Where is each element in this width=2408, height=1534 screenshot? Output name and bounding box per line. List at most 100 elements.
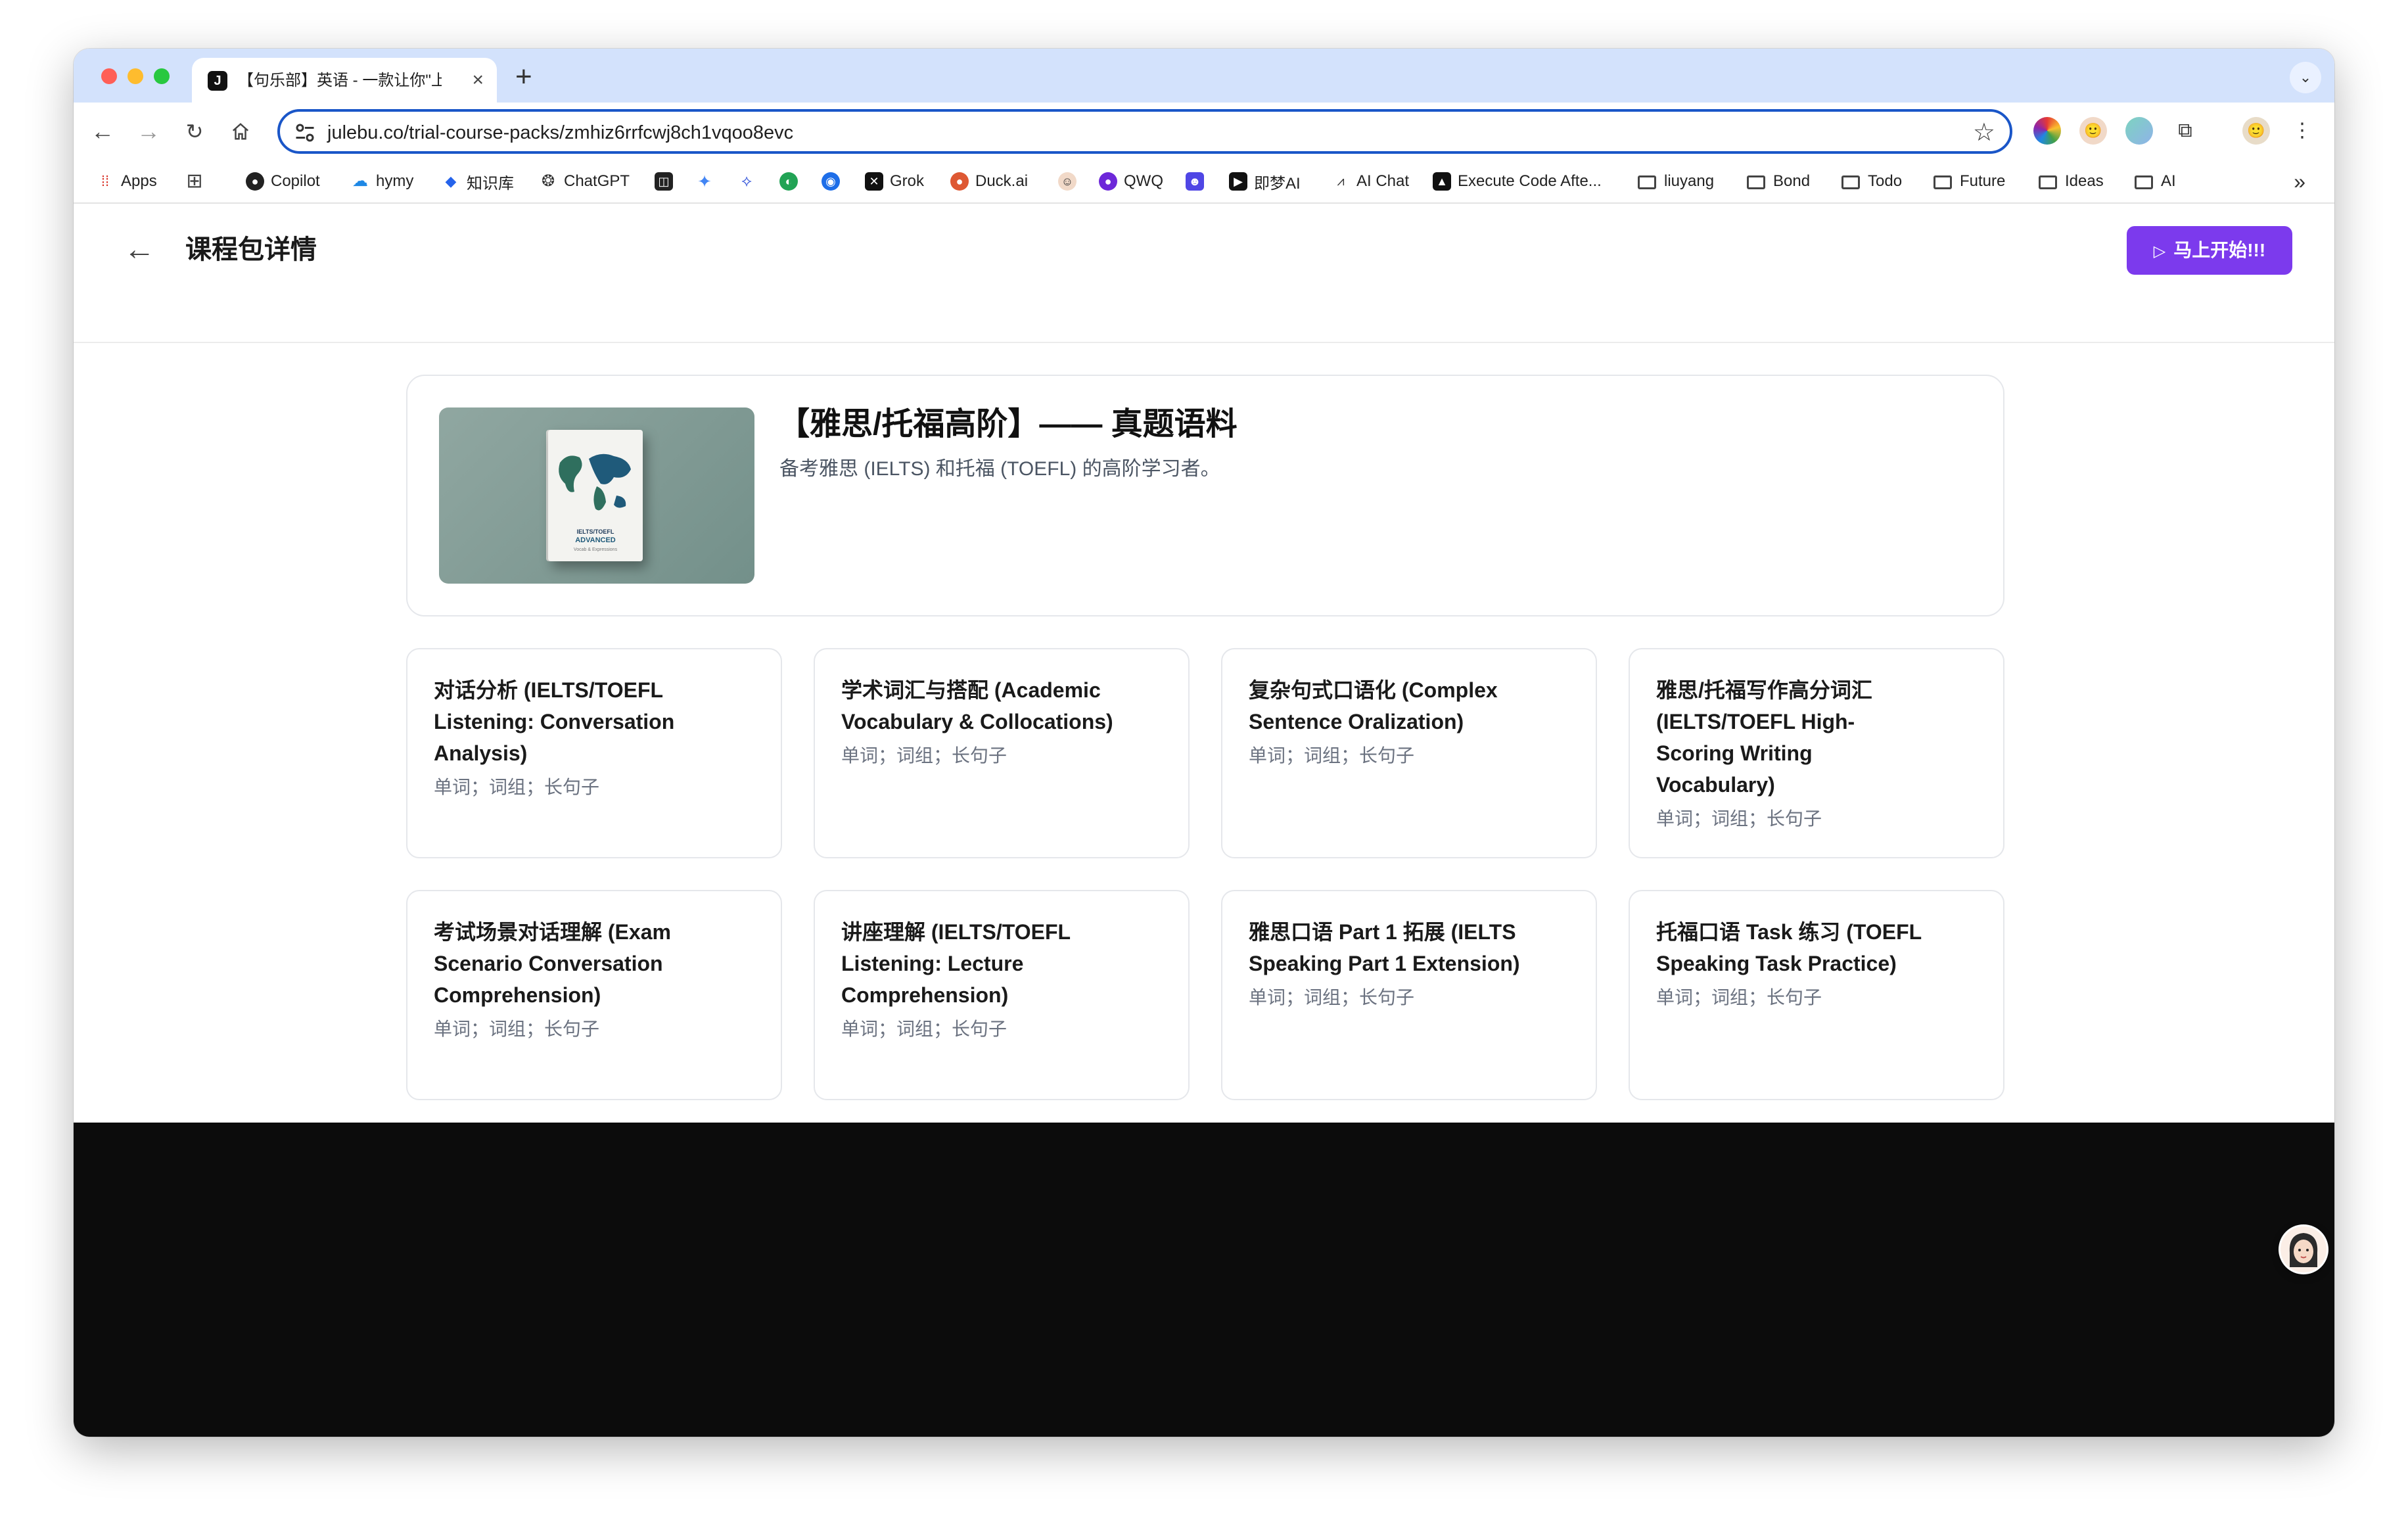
bookmark-duck[interactable]: ● Duck.ai — [950, 160, 1028, 202]
course-tags: 单词；词组；长句子 — [1656, 987, 1822, 1008]
course-pack-subtitle: 备考雅思 (IELTS) 和托福 (TOEFL) 的高阶学习者。 — [779, 458, 1220, 480]
maximize-window-button[interactable] — [154, 68, 170, 84]
book-cover-text-2: ADVANCED — [575, 536, 616, 544]
bookmark-icon-6[interactable]: ☺ — [1058, 160, 1083, 202]
bookmark-folder-ai[interactable]: AI — [2135, 160, 2176, 202]
gemini-star-icon: ✦ — [697, 172, 712, 191]
course-card[interactable]: 考试场景对话理解 (Exam Scenario Conversation Com… — [406, 890, 782, 1100]
bookmark-star-icon[interactable]: ☆ — [1973, 118, 1995, 147]
color-picker-extension-icon[interactable] — [2033, 117, 2061, 145]
play-icon: ▷ — [2153, 243, 2166, 260]
book-cover-text-3: Vocab & Expressions — [573, 547, 618, 552]
grid-icon: ⊞ — [186, 170, 203, 192]
gradient-extension-icon[interactable] — [2125, 117, 2153, 145]
page-footer-area — [74, 1123, 2334, 1437]
site-favicon-icon: J — [208, 71, 227, 91]
start-now-button[interactable]: ▷ 马上开始!!! — [2127, 226, 2292, 275]
bookmark-qwq[interactable]: ● QWQ — [1099, 160, 1163, 202]
course-title: 考试场景对话理解 (Exam Scenario Conversation Com… — [434, 916, 749, 1042]
close-window-button[interactable] — [101, 68, 117, 84]
course-card[interactable]: 雅思/托福写作高分词汇 (IELTS/TOEFL High-Scoring Wr… — [1629, 648, 2004, 858]
bookmark-hymy[interactable]: ☁ hymy — [351, 160, 413, 202]
minimize-window-button[interactable] — [127, 68, 143, 84]
bookmark-icon-7[interactable]: ☻ — [1186, 160, 1211, 202]
back-button[interactable]: ← — [85, 114, 120, 149]
whale-icon: ⟡ — [741, 172, 752, 190]
bookmark-copilot[interactable]: ● Copilot — [246, 160, 320, 202]
folder-icon — [2135, 175, 2153, 189]
tab-search-icon[interactable]: ⌄ — [2290, 62, 2321, 93]
bot-icon: ☻ — [1186, 172, 1204, 191]
back-arrow-icon[interactable]: ← — [124, 231, 155, 268]
bookmark-icon-5[interactable]: ◉ — [822, 160, 846, 202]
bookmark-folder-bond[interactable]: Bond — [1747, 160, 1810, 202]
assistant-avatar-icon — [2281, 1226, 2327, 1272]
bookmark-grok[interactable]: ✕ Grok — [865, 160, 924, 202]
browser-toolbar: ← → ↻ julebu.co/trial-course-packs/zmhiz… — [74, 103, 2334, 160]
course-card[interactable]: 讲座理解 (IELTS/TOEFL Listening: Lecture Com… — [814, 890, 1190, 1100]
home-button[interactable] — [223, 114, 258, 149]
address-bar[interactable]: julebu.co/trial-course-packs/zmhiz6rrfcw… — [277, 109, 2012, 154]
execute-icon: ▲ — [1433, 172, 1451, 191]
course-card[interactable]: 学术词汇与搭配 (Academic Vocabulary & Collocati… — [814, 648, 1190, 858]
course-pack-cover-image: IELTS/TOEFL ADVANCED Vocab & Expressions — [439, 407, 754, 584]
more-bookmarks-icon[interactable]: » — [2294, 168, 2305, 195]
qwq-icon: ● — [1099, 172, 1117, 191]
bookmark-aichat[interactable]: ⩘ AI Chat — [1331, 160, 1409, 202]
avatar-extension-icon[interactable]: 🙂 — [2079, 117, 2107, 145]
start-button-label: 马上开始!!! — [2173, 240, 2266, 260]
green-circle-icon: ◐ — [779, 172, 798, 191]
browser-menu-icon[interactable]: ⋮ — [2288, 117, 2316, 145]
bookmark-grid[interactable]: ⊞ — [185, 160, 210, 202]
page-header: ← 课程包详情 ▷ 马上开始!!! — [74, 204, 2334, 343]
knowledge-base-icon: ◆ — [445, 173, 457, 189]
new-tab-button[interactable]: + — [515, 60, 532, 93]
bookmark-folder-liuyang[interactable]: liuyang — [1638, 160, 1714, 202]
dark-square-icon: ◫ — [655, 172, 673, 191]
bookmark-execute[interactable]: ▲ Execute Code Afte... — [1433, 160, 1602, 202]
browser-window: J 【句乐部】英语 - 一款让你"上瘾 × + ⌄ ← → ↻ julebu.c… — [74, 49, 2334, 1437]
bookmark-folder-todo[interactable]: Todo — [1841, 160, 1902, 202]
github-icon: ● — [246, 172, 264, 191]
tab-title: 【句乐部】英语 - 一款让你"上瘾 — [238, 72, 442, 89]
world-map-icon — [559, 453, 631, 511]
browser-tab-active[interactable]: J 【句乐部】英语 - 一款让你"上瘾 × — [192, 58, 497, 103]
bookmark-icon-1[interactable]: ◫ — [655, 160, 680, 202]
course-card[interactable]: 托福口语 Task 练习 (TOEFL Speaking Task Practi… — [1629, 890, 2004, 1100]
course-title: 学术词汇与搭配 (Academic Vocabulary & Collocati… — [841, 674, 1157, 769]
bookmark-folder-future[interactable]: Future — [1933, 160, 2005, 202]
folder-icon — [2039, 175, 2057, 189]
folder-icon — [1933, 175, 1952, 189]
course-card[interactable]: 雅思口语 Part 1 拓展 (IELTS Speaking Part 1 Ex… — [1221, 890, 1597, 1100]
bookmark-chatgpt[interactable]: ❂ ChatGPT — [539, 160, 630, 202]
page-content: ← 课程包详情 ▷ 马上开始!!! IELTS/TOEFL ADVANCED Vo… — [74, 204, 2334, 1437]
course-pack-hero-card: IELTS/TOEFL ADVANCED Vocab & Expressions… — [406, 375, 2004, 616]
course-title: 雅思口语 Part 1 拓展 (IELTS Speaking Part 1 Ex… — [1249, 916, 1564, 1011]
assistant-avatar-button[interactable] — [2281, 1226, 2327, 1272]
course-tags: 单词；词组；长句子 — [1249, 987, 1415, 1008]
bookmark-zhishiku[interactable]: ◆ 知识库 — [442, 160, 514, 202]
reload-button[interactable]: ↻ — [177, 114, 212, 149]
bookmark-jimeng[interactable]: ▶ 即梦AI — [1229, 160, 1301, 202]
bookmark-folder-ideas[interactable]: Ideas — [2039, 160, 2104, 202]
bookmark-gemini[interactable]: ✦ — [695, 160, 720, 202]
bookmark-icon-3[interactable]: ⟡ — [737, 160, 762, 202]
bookmark-icon-4[interactable]: ◐ — [779, 160, 804, 202]
course-title: 托福口语 Task 练习 (TOEFL Speaking Task Practi… — [1656, 916, 1972, 1011]
course-card[interactable]: 复杂句式口语化 (Complex Sentence Oralization) 单… — [1221, 648, 1597, 858]
ai-chat-icon: ⩘ — [1337, 174, 1345, 189]
course-tags: 单词；词组；长句子 — [1656, 808, 1822, 829]
site-info-icon[interactable] — [293, 121, 317, 145]
profile-avatar[interactable]: 🙂 — [2242, 117, 2270, 145]
book-cover: IELTS/TOEFL ADVANCED Vocab & Expressions — [548, 430, 643, 561]
forward-button[interactable]: → — [131, 114, 166, 149]
course-tags: 单词；词组；长句子 — [1249, 745, 1415, 766]
course-card[interactable]: 对话分析 (IELTS/TOEFL Listening: Conversatio… — [406, 648, 782, 858]
extensions-puzzle-icon[interactable]: ⧉ — [2171, 117, 2199, 145]
tab-close-icon[interactable]: × — [472, 68, 484, 92]
course-tags: 单词；词组；长句子 — [841, 1019, 1007, 1039]
course-title: 雅思/托福写作高分词汇 (IELTS/TOEFL High-Scoring Wr… — [1656, 674, 1912, 832]
page-title: 课程包详情 — [185, 235, 317, 264]
bookmark-apps[interactable]: ⁞⁞ Apps — [96, 160, 157, 202]
bookmarks-bar: ⁞⁞ Apps ⊞ ● Copilot ☁ hymy ◆ 知识库 ❂ ChatGPT ◫ … — [74, 160, 2334, 204]
